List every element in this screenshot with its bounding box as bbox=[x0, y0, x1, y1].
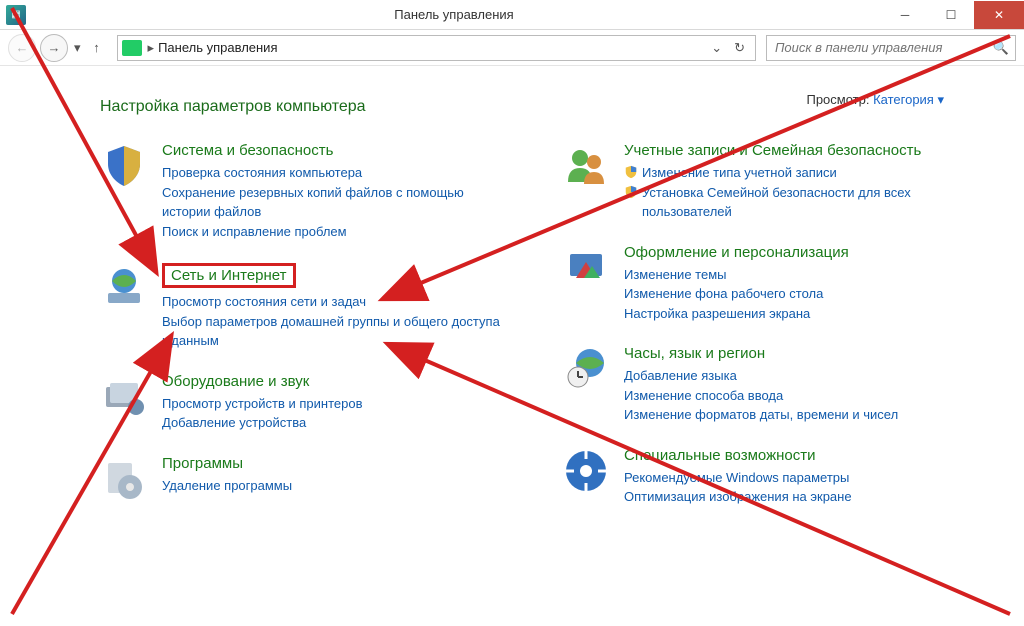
view-value[interactable]: Категория ▾ bbox=[873, 92, 944, 107]
history-dropdown-icon[interactable]: ▾ bbox=[72, 40, 83, 56]
link-network-status[interactable]: Просмотр состояния сети и задач bbox=[162, 292, 502, 312]
view-selector: Просмотр: Категория ▾ bbox=[806, 92, 944, 108]
appearance-icon bbox=[562, 244, 610, 292]
category-programs-title[interactable]: Программы bbox=[162, 455, 243, 472]
link-add-device[interactable]: Добавление устройства bbox=[162, 413, 502, 433]
category-hardware: Оборудование и звук Просмотр устройств и… bbox=[100, 373, 502, 433]
link-date-formats[interactable]: Изменение форматов даты, времени и чисел bbox=[624, 405, 964, 425]
content-area: Настройка параметров компьютера Просмотр… bbox=[0, 66, 1024, 549]
clock-language-icon bbox=[562, 345, 610, 393]
category-hardware-title[interactable]: Оборудование и звук bbox=[162, 373, 309, 390]
category-network: Сеть и Интернет Просмотр состояния сети … bbox=[100, 263, 502, 351]
view-label: Просмотр: bbox=[806, 92, 869, 107]
search-box[interactable]: 🔍 bbox=[766, 35, 1016, 61]
link-change-account-type[interactable]: Изменение типа учетной записи bbox=[642, 163, 837, 183]
system-icon: ▦ bbox=[6, 5, 26, 25]
link-change-wallpaper[interactable]: Изменение фона рабочего стола bbox=[624, 284, 964, 304]
category-network-title[interactable]: Сеть и Интернет bbox=[162, 263, 296, 288]
category-system: Система и безопасность Проверка состояни… bbox=[100, 142, 502, 241]
link-input-method[interactable]: Изменение способа ввода bbox=[624, 386, 964, 406]
link-change-theme[interactable]: Изменение темы bbox=[624, 265, 964, 285]
close-button[interactable]: ✕ bbox=[974, 1, 1024, 29]
link-homegroup[interactable]: Выбор параметров домашней группы и общег… bbox=[162, 312, 502, 351]
link-resolution[interactable]: Настройка разрешения экрана bbox=[624, 304, 964, 324]
category-appearance-title[interactable]: Оформление и персонализация bbox=[624, 244, 849, 261]
link-recommended-settings[interactable]: Рекомендуемые Windows параметры bbox=[624, 468, 964, 488]
programs-icon bbox=[100, 455, 148, 503]
category-appearance: Оформление и персонализация Изменение те… bbox=[562, 244, 964, 324]
accessibility-icon bbox=[562, 447, 610, 495]
category-accessibility-title[interactable]: Специальные возможности bbox=[624, 447, 816, 464]
titlebar: ▦ Панель управления ─ ☐ ✕ bbox=[0, 0, 1024, 30]
category-system-title[interactable]: Система и безопасность bbox=[162, 142, 333, 159]
search-icon[interactable]: 🔍 bbox=[993, 40, 1009, 56]
link-add-language[interactable]: Добавление языка bbox=[624, 366, 964, 386]
link-family-safety[interactable]: Установка Семейной безопасности для всех… bbox=[642, 183, 964, 222]
breadcrumb-text: Панель управления bbox=[158, 40, 705, 55]
link-backup[interactable]: Сохранение резервных копий файлов с помо… bbox=[162, 183, 502, 222]
minimize-button[interactable]: ─ bbox=[882, 1, 928, 29]
link-devices-printers[interactable]: Просмотр устройств и принтеров bbox=[162, 394, 502, 414]
link-check-status[interactable]: Проверка состояния компьютера bbox=[162, 163, 502, 183]
breadcrumb-chevron-icon: ▸ bbox=[148, 40, 155, 56]
link-troubleshoot[interactable]: Поиск и исправление проблем bbox=[162, 222, 502, 242]
refresh-button[interactable]: ↻ bbox=[728, 40, 751, 56]
hardware-sound-icon bbox=[100, 373, 148, 421]
up-button[interactable]: ↑ bbox=[87, 40, 107, 55]
network-internet-icon bbox=[100, 263, 148, 311]
right-column: Учетные записи и Семейная безопасность И… bbox=[562, 142, 964, 529]
user-accounts-icon bbox=[562, 142, 610, 190]
forward-button[interactable]: → bbox=[40, 34, 68, 62]
category-accessibility: Специальные возможности Рекомендуемые Wi… bbox=[562, 447, 964, 507]
link-uninstall[interactable]: Удаление программы bbox=[162, 476, 502, 496]
category-clock-title[interactable]: Часы, язык и регион bbox=[624, 345, 765, 362]
address-dropdown-icon[interactable]: ⌄ bbox=[705, 40, 728, 56]
toolbar: ← → ▾ ↑ ▸ Панель управления ⌄ ↻ 🔍 bbox=[0, 30, 1024, 66]
left-column: Система и безопасность Проверка состояни… bbox=[100, 142, 502, 529]
link-optimize-display[interactable]: Оптимизация изображения на экране bbox=[624, 487, 964, 507]
control-panel-icon bbox=[122, 40, 142, 56]
window-title: Панель управления bbox=[26, 7, 882, 22]
category-clock: Часы, язык и регион Добавление языка Изм… bbox=[562, 345, 964, 425]
category-programs: Программы Удаление программы bbox=[100, 455, 502, 503]
system-security-icon bbox=[100, 142, 148, 190]
category-users-title[interactable]: Учетные записи и Семейная безопасность bbox=[624, 142, 921, 159]
uac-shield-icon bbox=[624, 185, 638, 199]
uac-shield-icon bbox=[624, 165, 638, 179]
back-button[interactable]: ← bbox=[8, 34, 36, 62]
address-bar[interactable]: ▸ Панель управления ⌄ ↻ bbox=[117, 35, 756, 61]
category-users: Учетные записи и Семейная безопасность И… bbox=[562, 142, 964, 222]
search-input[interactable] bbox=[773, 39, 993, 56]
maximize-button[interactable]: ☐ bbox=[928, 1, 974, 29]
